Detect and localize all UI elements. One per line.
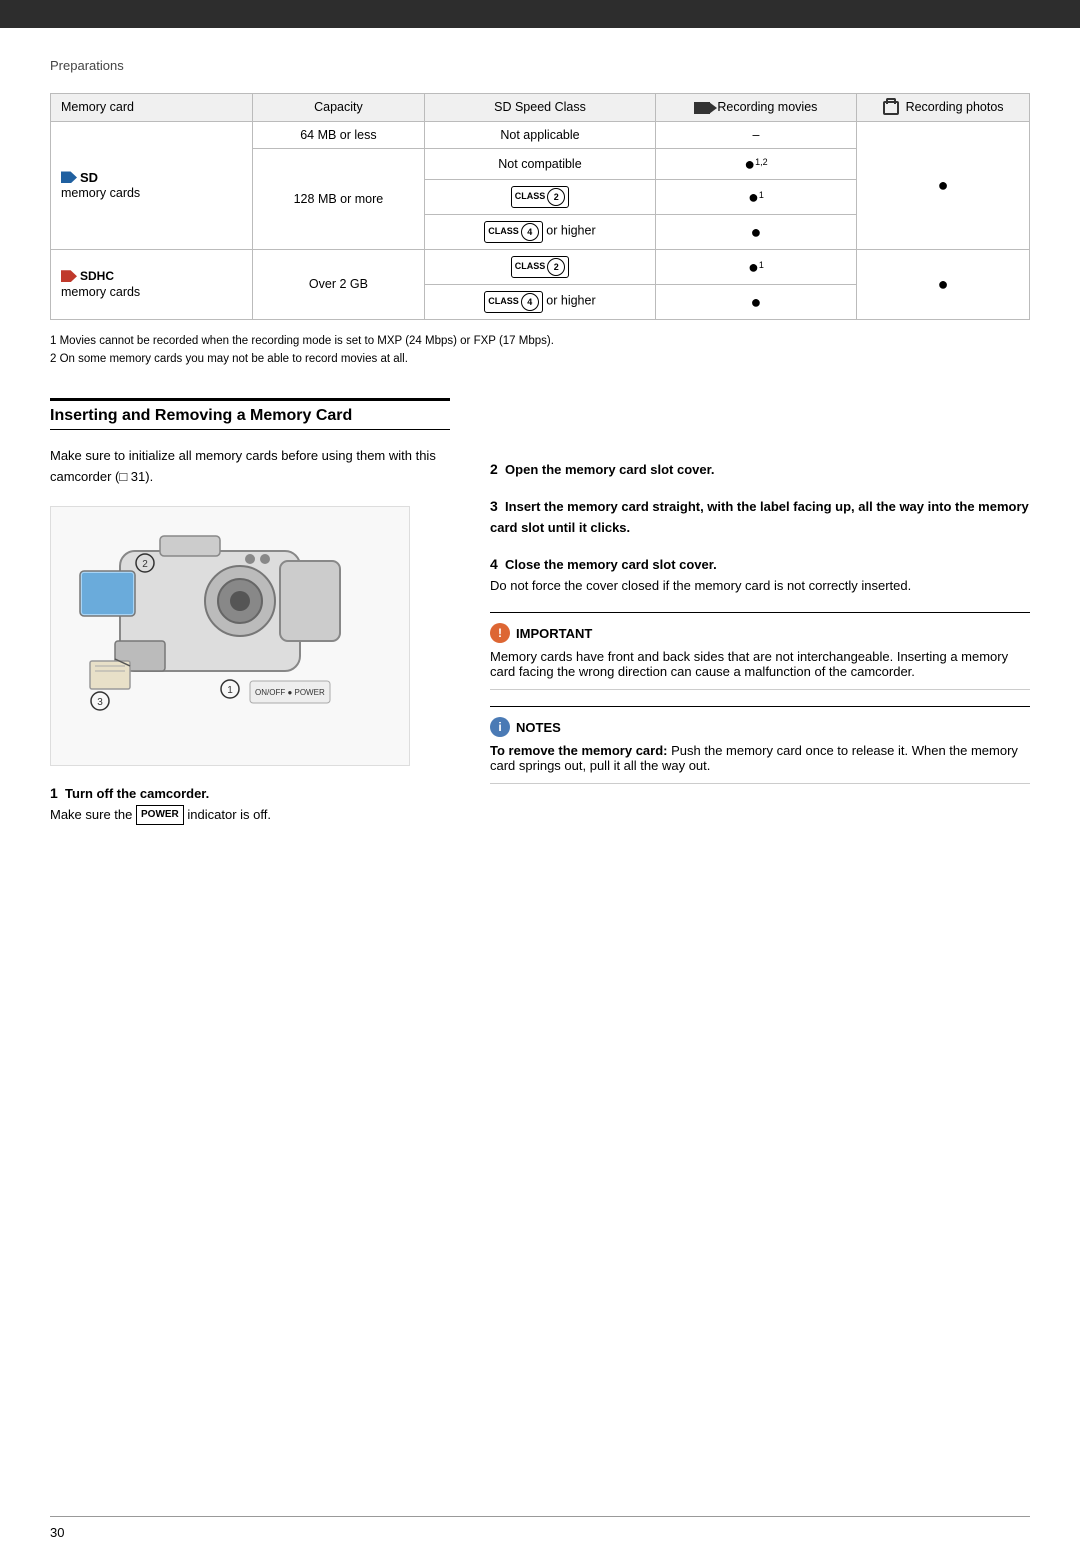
- svg-text:3: 3: [97, 697, 103, 708]
- step-3: 3 Insert the memory card straight, with …: [490, 495, 1030, 539]
- sdhc-movies-bullet: ●: [655, 284, 857, 319]
- movies-bullet: ●: [655, 214, 857, 249]
- svg-text:1: 1: [227, 685, 233, 696]
- sd-arrow-icon: [61, 171, 77, 183]
- col-header-movies: Recording movies: [655, 94, 857, 122]
- speed-na: Not applicable: [425, 121, 655, 148]
- sdhc-speed-class2: CLASS2: [425, 249, 655, 284]
- left-column: Inserting and Removing a Memory Card Mak…: [50, 398, 450, 839]
- svg-text:2: 2: [142, 559, 148, 570]
- col-header-speed: SD Speed Class: [425, 94, 655, 122]
- section-divider: [50, 398, 450, 401]
- top-bar: [0, 0, 1080, 28]
- sdhc-class2-badge: CLASS2: [511, 256, 570, 278]
- sdhc-photos-bullet: ●: [857, 249, 1030, 319]
- capacity-128mb: 128 MB or more: [252, 148, 425, 249]
- movies-bullet-1: ●1: [655, 179, 857, 214]
- col-header-photos: Recording photos: [857, 94, 1030, 122]
- movie-icon: [694, 102, 710, 114]
- important-header: ! IMPORTANT: [490, 623, 1030, 643]
- sdhc-logo: SDHC: [61, 269, 114, 283]
- table-row: SD memory cards 64 MB or less Not applic…: [51, 121, 1030, 148]
- photo-icon: [883, 101, 899, 115]
- camcorder-svg: 2 1 ON/OFF ● POWER: [60, 511, 400, 761]
- capacity-over2gb: Over 2 GB: [252, 249, 425, 319]
- step-2: 2 Open the memory card slot cover.: [490, 458, 1030, 481]
- table-row: SDHC memory cards Over 2 GB CLASS2 ●1 ●: [51, 249, 1030, 284]
- sdhc-card-label: SDHC memory cards: [51, 249, 253, 319]
- notes-box: i NOTES To remove the memory card: Push …: [490, 706, 1030, 784]
- movies-dash: –: [655, 121, 857, 148]
- col-header-memcard: Memory card: [51, 94, 253, 122]
- svg-text:ON/OFF ● POWER: ON/OFF ● POWER: [255, 688, 325, 697]
- intro-text: Make sure to initialize all memory cards…: [50, 446, 450, 488]
- footnotes: 1 Movies cannot be recorded when the rec…: [50, 332, 1030, 369]
- important-body: Memory cards have front and back sides t…: [490, 649, 1030, 679]
- step-4: 4 Close the memory card slot cover. Do n…: [490, 553, 1030, 597]
- notes-body: To remove the memory card: Push the memo…: [490, 743, 1030, 773]
- photos-sd-bullet: ●: [857, 121, 1030, 249]
- class2-badge: CLASS2: [511, 186, 570, 208]
- speed-class2: CLASS2: [425, 179, 655, 214]
- compatibility-table: Memory card Capacity SD Speed Class Reco…: [50, 93, 1030, 320]
- camcorder-illustration: 2 1 ON/OFF ● POWER: [50, 506, 410, 766]
- important-box: ! IMPORTANT Memory cards have front and …: [490, 612, 1030, 690]
- important-icon: !: [490, 623, 510, 643]
- notes-header: i NOTES: [490, 717, 1030, 737]
- class4-badge: CLASS4: [484, 221, 543, 243]
- capacity-64mb: 64 MB or less: [252, 121, 425, 148]
- breadcrumb: Preparations: [50, 58, 1030, 73]
- footnote-2: 2 On some memory cards you may not be ab…: [50, 350, 1030, 368]
- notes-icon: i: [490, 717, 510, 737]
- page-content: Preparations Memory card Capacity SD Spe…: [0, 28, 1080, 880]
- movies-1-2: ●1,2: [655, 148, 857, 179]
- main-section: Inserting and Removing a Memory Card Mak…: [50, 398, 1030, 839]
- col-header-capacity: Capacity: [252, 94, 425, 122]
- page-number: 30: [50, 1525, 64, 1540]
- power-badge: POWER: [136, 805, 184, 825]
- right-column: 2 Open the memory card slot cover. 3 Ins…: [490, 398, 1030, 839]
- sdhc-class4-badge: CLASS4: [484, 291, 543, 313]
- sdhc-speed-class4: CLASS4 or higher: [425, 284, 655, 319]
- page-footer: 30: [50, 1516, 1030, 1540]
- sdhc-arrow-icon: [61, 270, 77, 282]
- sd-logo: SD: [61, 170, 98, 185]
- section-title: Inserting and Removing a Memory Card: [50, 407, 450, 430]
- footnote-1: 1 Movies cannot be recorded when the rec…: [50, 332, 1030, 350]
- sdhc-movies-1: ●1: [655, 249, 857, 284]
- speed-class4-higher: CLASS4 or higher: [425, 214, 655, 249]
- step-1: 1 Turn off the camcorder. Make sure the …: [50, 782, 450, 826]
- speed-not-compatible: Not compatible: [425, 148, 655, 179]
- sd-card-label: SD memory cards: [51, 121, 253, 249]
